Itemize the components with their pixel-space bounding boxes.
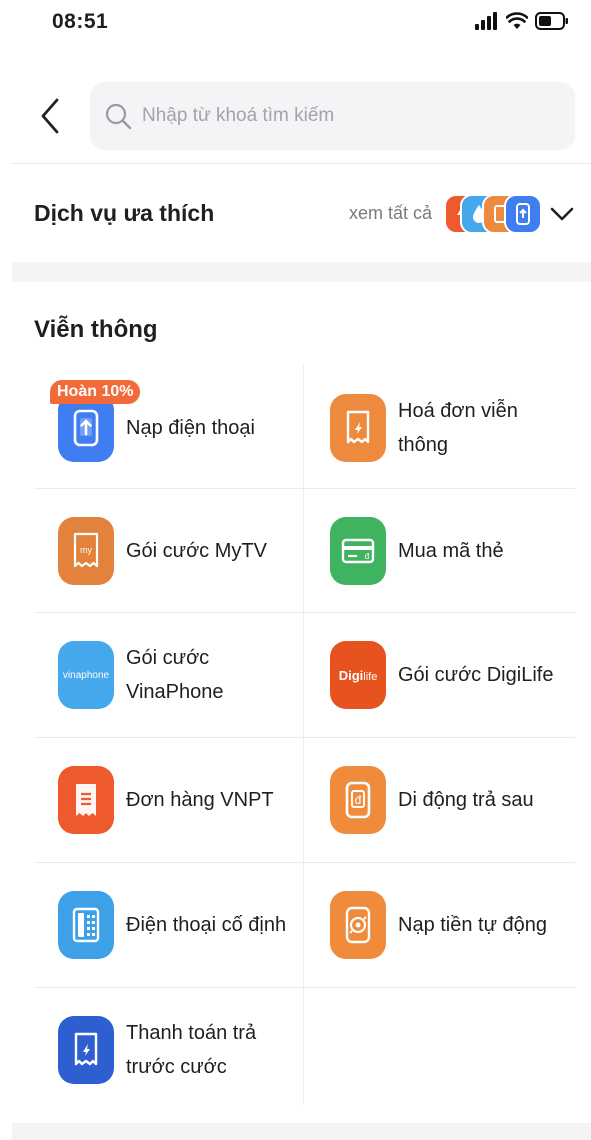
svg-text:đ: đ <box>365 552 370 561</box>
service-label: Gói cước DigiLife <box>398 664 554 686</box>
search-input[interactable]: Nhập từ khoá tìm kiếm <box>90 82 575 150</box>
back-button[interactable] <box>30 96 70 136</box>
service-item-di-dong-tra-sau[interactable]: đ Di động trả sau <box>330 738 575 862</box>
battery-icon <box>535 12 568 30</box>
favorites-title: Dịch vụ ưa thích <box>34 200 215 226</box>
service-label: Mua mã thẻ <box>398 540 504 562</box>
chevron-left-icon <box>41 98 59 134</box>
svg-text:đ: đ <box>355 793 362 807</box>
prepay-icon <box>58 1016 114 1084</box>
phone-topup-icon <box>58 394 114 462</box>
service-item-hoa-don-vien-thong[interactable]: Hoá đơn viễn thông <box>330 366 575 490</box>
favorites-icon-stack[interactable] <box>444 194 544 236</box>
service-item-goi-cuoc-digilife[interactable]: Digilife Gói cước DigiLife <box>330 613 575 737</box>
section-title: Viễn thông <box>34 316 158 343</box>
auto-topup-icon <box>330 891 386 959</box>
service-label: Gói cước MyTV <box>126 540 267 562</box>
service-item-dien-thoai-co-dinh[interactable]: Điện thoại cố định <box>58 863 298 987</box>
order-receipt-icon <box>58 766 114 834</box>
telecom-bill-icon <box>330 394 386 462</box>
grid-divider-vertical <box>303 365 304 1105</box>
service-label: Thanh toán trả trước cước <box>126 1022 257 1078</box>
status-time: 08:51 <box>52 10 109 33</box>
favorites-row: Dịch vụ ưa thích xem tất cả <box>0 180 591 250</box>
service-label: Điện thoại cố định <box>126 914 287 936</box>
svg-text:my: my <box>80 545 92 555</box>
service-label: Đơn hàng VNPT <box>126 789 274 811</box>
service-item-mua-ma-the[interactable]: đ Mua mã thẻ <box>330 489 575 613</box>
digilife-icon: Digilife <box>330 641 386 709</box>
signal-icon <box>475 12 497 30</box>
search-row: Nhập từ khoá tìm kiếm <box>0 80 591 152</box>
status-bar: 08:51 <box>0 0 591 48</box>
service-item-goi-cuoc-mytv[interactable]: my Gói cước MyTV <box>58 489 298 613</box>
card-code-icon: đ <box>330 517 386 585</box>
vinaphone-logo-text: vinaphone <box>62 669 110 681</box>
search-placeholder: Nhập từ khoá tìm kiếm <box>142 105 335 126</box>
service-item-goi-cuoc-vinaphone[interactable]: vinaphone Gói cước VinaPhone <box>58 613 298 737</box>
wifi-icon <box>506 12 528 29</box>
mytv-icon: my <box>58 517 114 585</box>
service-label: Nạp điện thoại <box>126 417 255 439</box>
digilife-logo-text: Digilife <box>338 667 378 683</box>
service-label: Gói cước VinaPhone <box>126 647 224 703</box>
postpaid-icon: đ <box>330 766 386 834</box>
status-icons <box>475 12 569 30</box>
chevron-down-icon[interactable] <box>548 200 576 228</box>
service-label: Nạp tiền tự động <box>398 914 548 936</box>
service-label: Hoá đơn viễn thông <box>398 400 518 456</box>
phone-topup-icon <box>504 194 542 234</box>
section-separator <box>12 1123 591 1140</box>
vinaphone-icon: vinaphone <box>58 641 114 709</box>
see-all-link[interactable]: xem tất cả <box>349 203 432 224</box>
service-item-don-hang-vnpt[interactable]: Đơn hàng VNPT <box>58 738 298 862</box>
search-icon <box>105 103 132 130</box>
landline-icon <box>58 891 114 959</box>
section-separator <box>12 262 591 282</box>
promo-badge: Hoàn 10% <box>50 380 141 404</box>
service-item-thanh-toan-tra-truoc-cuoc[interactable]: Thanh toán trả trước cước <box>58 988 298 1112</box>
service-label: Di động trả sau <box>398 789 534 811</box>
divider <box>12 163 591 164</box>
service-item-nap-tien-tu-dong[interactable]: Nạp tiền tự động <box>330 863 575 987</box>
